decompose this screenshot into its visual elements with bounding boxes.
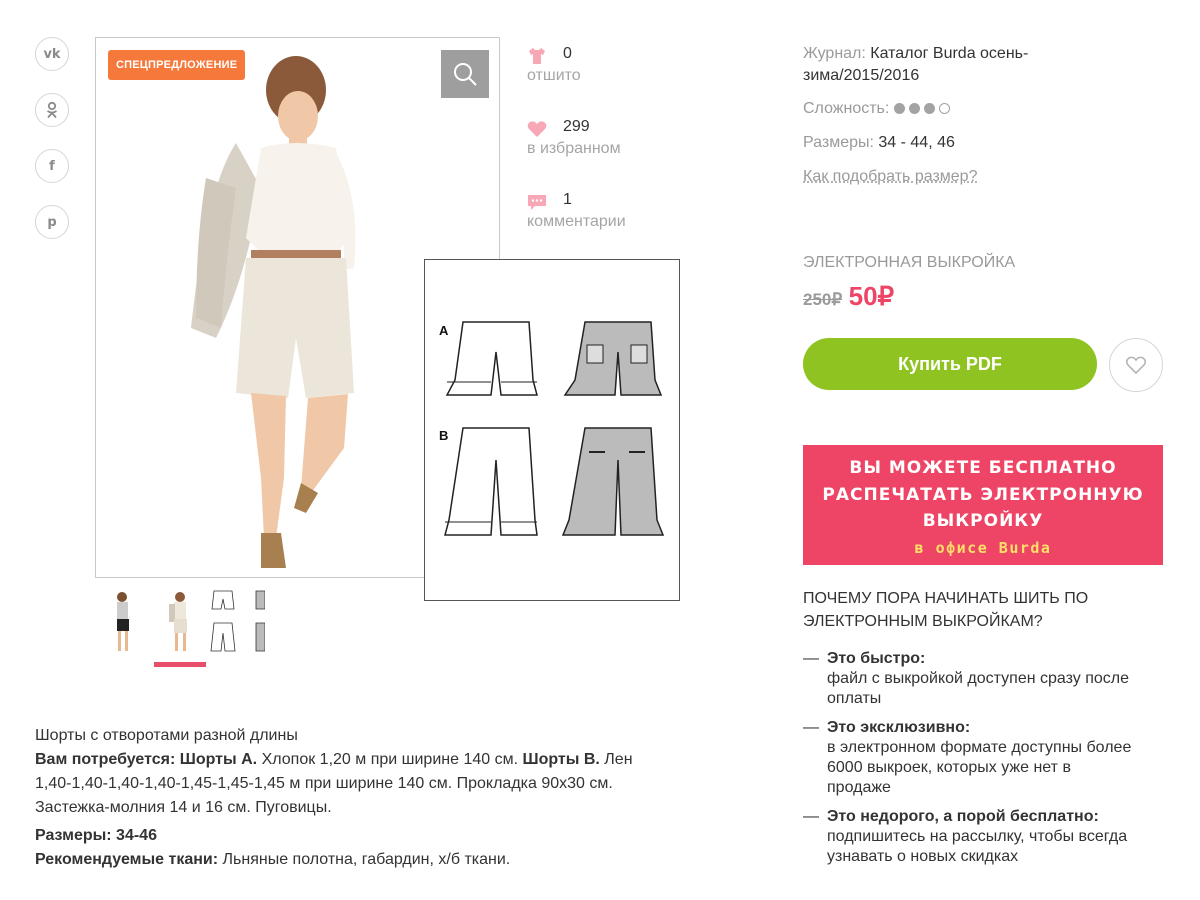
magazine-value-line2: зима/2015/2016 (803, 67, 920, 84)
price-block: 250₽ 50₽ (803, 283, 894, 312)
ok-share-button[interactable] (35, 93, 69, 127)
benefit-item: — Это эксклюзивно: в электронном формате… (803, 718, 1163, 798)
difficulty-info: Сложность: (803, 98, 954, 120)
benefit-text: в электронном формате доступны более (827, 739, 1132, 756)
vk-icon: vk (43, 46, 61, 62)
benefit-text: подпишитесь на рассылку, чтобы всегда (827, 828, 1128, 845)
sizes-text: Размеры: 34-46 (35, 827, 157, 844)
gallery-thumb-2[interactable] (154, 587, 206, 657)
benefit-title: Это быстро: (827, 650, 926, 667)
favorites-label: в избранном (527, 140, 621, 157)
zoom-button[interactable] (441, 50, 489, 98)
difficulty-label: Сложность: (803, 100, 890, 117)
print-promo-banner[interactable]: ВЫ МОЖЕТЕ БЕСПЛАТНО РАСПЕЧАТАТЬ ЭЛЕКТРОН… (803, 445, 1163, 565)
benefit-text: продаже (827, 779, 891, 796)
materials-text: Вам потребуется: Шорты А. Хлопок 1,20 м … (35, 748, 665, 820)
social-share-bar: vk f p (35, 37, 71, 261)
odnoklassniki-icon (47, 101, 57, 119)
new-price: 50₽ (848, 281, 895, 311)
benefit-text: оплаты (827, 690, 882, 707)
promo-line-3: ВЫКРОЙКУ (922, 511, 1044, 531)
technical-drawing[interactable]: A B (424, 259, 680, 601)
favorites-count: 299 (563, 118, 590, 135)
promo-line-1: ВЫ МОЖЕТЕ БЕСПЛАТНО (849, 458, 1117, 478)
search-icon (454, 63, 477, 86)
facebook-share-button[interactable]: f (35, 149, 69, 183)
benefit-item: — Это недорого, а порой бесплатно: подпи… (803, 807, 1163, 867)
benefit-text: файл с выкройкой доступен сразу после (827, 670, 1130, 687)
active-thumb-indicator (154, 662, 206, 667)
special-offer-badge: СПЕЦПРЕДЛОЖЕНИЕ (108, 50, 246, 80)
why-heading-line2: ЭЛЕКТРОННЫМ ВЫКРОЙКАМ? (803, 613, 1043, 630)
facebook-icon: f (49, 158, 55, 174)
thumb-image-1 (117, 592, 129, 651)
magazine-value-line1: Каталог Burda осень- (870, 45, 1029, 62)
shorts-a-text: Хлопок 1,20 м при ширине 140 см. (261, 751, 519, 768)
why-heading: ПОЧЕМУ ПОРА НАЧИНАТЬ ШИТЬ ПО ЭЛЕКТРОННЫМ… (803, 587, 1163, 633)
difficulty-dot-empty (938, 103, 950, 115)
buy-pdf-button[interactable]: Купить PDF (803, 338, 1097, 390)
benefit-text: узнавать о новых скидках (827, 848, 1019, 865)
heart-outline-icon (1125, 356, 1147, 375)
benefit-item: — Это быстро: файл с выкройкой доступен … (803, 649, 1163, 709)
difficulty-rating (893, 100, 954, 117)
shorts-a-label: Шорты А. (179, 751, 258, 768)
pinterest-icon: p (47, 214, 57, 230)
difficulty-dot-filled (893, 103, 905, 115)
fabrics-text: Льняные полотна, габардин, х/б ткани. (222, 851, 511, 868)
svg-text:A: A (439, 323, 449, 338)
pinterest-share-button[interactable]: p (35, 205, 69, 239)
benefit-title: Это эксклюзивно: (827, 719, 971, 736)
sizes-label: Размеры: (803, 134, 874, 151)
product-title: Шорты с отворотами разной длины (35, 727, 298, 744)
add-to-favorites-button[interactable] (1109, 338, 1163, 392)
comments-label: комментарии (527, 213, 626, 230)
old-price: 250₽ (803, 290, 843, 309)
gallery-thumb-3[interactable] (210, 587, 266, 657)
sewn-label: отшито (527, 67, 581, 84)
why-heading-line1: ПОЧЕМУ ПОРА НАЧИНАТЬ ШИТЬ ПО (803, 590, 1089, 607)
difficulty-dot-filled (923, 103, 935, 115)
shorts-b-label: Шорты В. (522, 751, 600, 768)
comments-count: 1 (563, 191, 572, 208)
benefit-text: 6000 выкроек, которых уже нет в (827, 759, 1071, 776)
svg-text:B: B (439, 428, 448, 443)
benefit-dash: — (803, 808, 819, 825)
product-description: Шорты с отворотами разной длины Вам потр… (35, 724, 665, 872)
size-help-link[interactable]: Как подобрать размер? (803, 166, 977, 188)
difficulty-dot-filled (908, 103, 920, 115)
heart-icon (527, 121, 547, 137)
pattern-type-label: ЭЛЕКТРОННАЯ ВЫКРОЙКА (803, 254, 1016, 271)
sizes-value: 34 - 44, 46 (878, 134, 955, 151)
needs-label: Вам потребуется: (35, 751, 176, 768)
magazine-label: Журнал: (803, 45, 866, 62)
promo-line-4: в офисе Burda (914, 538, 1052, 557)
promo-line-2: РАСПЕЧАТАТЬ ЭЛЕКТРОННУЮ (822, 484, 1144, 505)
sizes-info: Размеры: 34 - 44, 46 (803, 132, 955, 154)
technical-drawing-image: A B (439, 321, 665, 536)
magazine-info: Журнал: Каталог Burda осень- зима/2015/2… (803, 43, 1163, 87)
fabrics-label: Рекомендуемые ткани: (35, 851, 219, 868)
shirt-icon (529, 48, 545, 64)
vk-share-button[interactable]: vk (35, 37, 69, 71)
sewn-count: 0 (563, 45, 572, 62)
comment-icon (528, 195, 546, 210)
benefit-dash: — (803, 719, 819, 736)
thumb-image-3 (210, 590, 266, 652)
gallery-thumb-1[interactable] (98, 587, 150, 657)
benefit-dash: — (803, 650, 819, 667)
benefit-title: Это недорого, а порой бесплатно: (827, 808, 1099, 825)
thumb-image-2 (169, 592, 187, 651)
